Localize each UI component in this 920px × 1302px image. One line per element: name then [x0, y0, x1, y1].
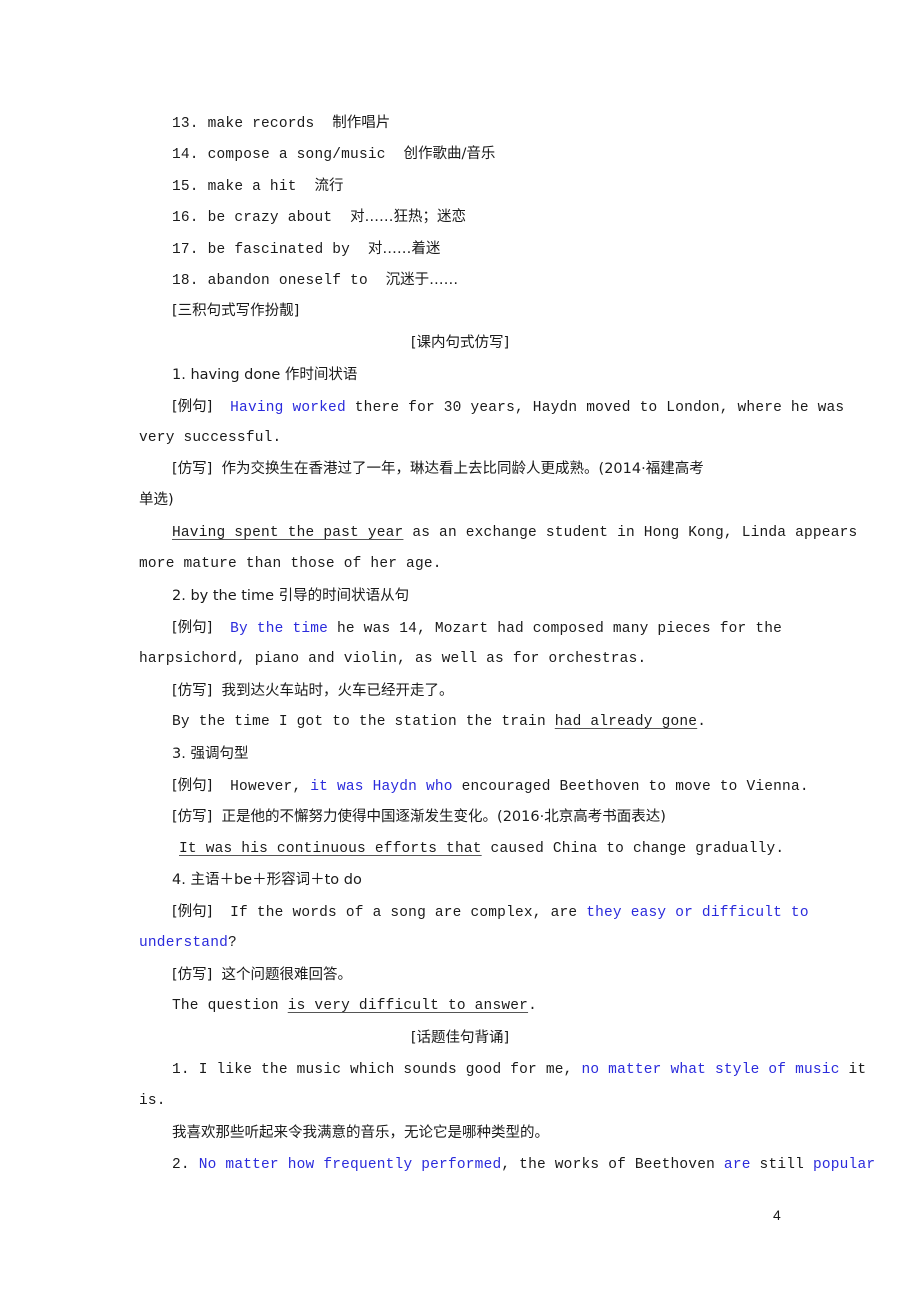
- answer-punct: .: [697, 714, 707, 730]
- vocab-english: be fascinated by: [207, 242, 351, 258]
- topic-text: it: [839, 1062, 867, 1078]
- answer-underline: is very difficult to answer: [287, 998, 529, 1014]
- topic-text: 1. I like the music which sounds good fo…: [172, 1062, 582, 1078]
- vocab-number: 16.: [172, 210, 199, 226]
- vocab-item: 16. be crazy about 对……狂热；迷恋: [172, 207, 466, 228]
- imitation-tag: [仿写]: [172, 683, 213, 699]
- example-sentence-cont: understand?: [139, 933, 237, 953]
- highlight-text: No matter how frequently performed: [198, 1157, 502, 1173]
- topic-sentence: 2. No matter how frequently performed, t…: [172, 1155, 875, 1175]
- vocab-item: 15. make a hit 流行: [172, 176, 343, 197]
- vocab-chinese: 沉迷于……: [385, 272, 459, 288]
- topic-sentence: 1. I like the music which sounds good fo…: [172, 1060, 866, 1080]
- imitation-tag: [仿写]: [172, 809, 213, 825]
- example-tag: [例句]: [172, 620, 213, 636]
- topic-number: 2.: [172, 1157, 199, 1173]
- answer-underline: had already gone: [554, 714, 698, 730]
- pattern-title: 4. 主语＋be＋形容词＋to do: [172, 872, 362, 888]
- example-sentence: [例句] By the time he was 14, Mozart had c…: [172, 618, 782, 639]
- answer-text: caused China to change gradually.: [481, 841, 785, 857]
- vocab-chinese: 对……狂热；迷恋: [350, 209, 467, 225]
- imitation-prompt-cont: 单选): [139, 492, 174, 508]
- imitation-prompt: [仿写] 这个问题很难回答。: [172, 965, 352, 985]
- imitation-chinese: 我到达火车站时，火车已经开走了。: [221, 683, 454, 699]
- answer-text: By the time I got to the station the tra…: [172, 714, 555, 730]
- imitation-chinese: 这个问题很难回答。: [221, 967, 353, 983]
- imitation-answer: The question is very difficult to answer…: [172, 996, 537, 1016]
- highlight-text: they easy or difficult to: [586, 905, 809, 921]
- vocab-number: 15.: [172, 179, 199, 195]
- example-tag: [例句]: [172, 399, 213, 415]
- imitation-tag: [仿写]: [172, 461, 213, 477]
- imitation-answer-cont: more mature than those of her age.: [139, 556, 442, 572]
- highlight-text: understand: [139, 935, 229, 951]
- example-punct: ?: [228, 935, 237, 951]
- highlight-text: it was Haydn who: [310, 779, 453, 795]
- imitation-answer: Having spent the past year as an exchang…: [172, 523, 857, 543]
- example-sentence-cont: harpsichord, piano and violin, as well a…: [139, 651, 647, 667]
- highlight-text: Having worked: [230, 400, 346, 416]
- vocab-number: 17.: [172, 242, 199, 258]
- highlight-text: no matter what style of music: [581, 1062, 840, 1078]
- answer-underline: It was his continuous efforts that: [179, 841, 482, 857]
- section-title: [三积句式写作扮靓]: [172, 303, 300, 319]
- topic-sentence-cont: is.: [139, 1093, 166, 1109]
- example-text: encouraged Beethoven to move to Vienna.: [452, 779, 809, 795]
- highlight-text: are: [723, 1157, 751, 1173]
- vocab-chinese: 制作唱片: [332, 115, 391, 131]
- vocab-chinese: 创作歌曲/音乐: [403, 146, 496, 162]
- subsection-title: [话题佳句背诵]: [410, 1030, 510, 1046]
- vocab-number: 18.: [172, 273, 199, 289]
- pattern-title: 2. by the time 引导的时间状语从句: [172, 588, 410, 604]
- vocab-chinese: 流行: [314, 178, 344, 194]
- imitation-prompt: [仿写] 正是他的不懈努力使得中国逐渐发生变化。(2016·北京高考书面表达): [172, 807, 666, 827]
- imitation-answer: By the time I got to the station the tra…: [172, 712, 706, 732]
- topic-text: , the works of Beethoven: [501, 1157, 724, 1173]
- vocab-item: 13. make records 制作唱片: [172, 113, 390, 134]
- vocab-item: 17. be fascinated by 对……着迷: [172, 239, 440, 260]
- answer-text: The question: [172, 998, 288, 1014]
- example-text: there for 30 years, Haydn moved to Londo…: [345, 400, 845, 416]
- example-text: However,: [230, 779, 311, 795]
- highlight-text: By the time: [230, 621, 329, 637]
- example-text: If the words of a song are complex, are: [230, 905, 587, 921]
- document-page: 13. make records 制作唱片 14. compose a song…: [0, 0, 920, 1302]
- vocab-english: abandon oneself to: [207, 273, 368, 289]
- example-sentence-cont: very successful.: [139, 430, 282, 446]
- pattern-title: 1. having done 作时间状语: [172, 367, 358, 383]
- answer-underline: Having spent the past year: [172, 525, 404, 541]
- vocab-english: make records: [207, 116, 315, 132]
- vocab-english: compose a song/music: [207, 147, 386, 163]
- vocab-english: make a hit: [207, 179, 297, 195]
- vocab-number: 13.: [172, 116, 199, 132]
- page-number: 4: [773, 1207, 781, 1223]
- vocab-item: 14. compose a song/music 创作歌曲/音乐: [172, 144, 495, 165]
- imitation-prompt: [仿写] 我到达火车站时，火车已经开走了。: [172, 681, 454, 701]
- example-sentence: [例句] Having worked there for 30 years, H…: [172, 397, 844, 418]
- example-sentence: [例句] If the words of a song are complex,…: [172, 902, 809, 923]
- vocab-number: 14.: [172, 147, 199, 163]
- vocab-english: be crazy about: [207, 210, 333, 226]
- example-sentence: [例句] However, it was Haydn who encourage…: [172, 776, 809, 797]
- imitation-chinese: 正是他的不懈努力使得中国逐渐发生变化。(2016·北京高考书面表达): [221, 809, 666, 825]
- topic-translation: 我喜欢那些听起来令我满意的音乐，无论它是哪种类型的。: [172, 1125, 549, 1141]
- imitation-answer: It was his continuous efforts that cause…: [179, 839, 784, 859]
- highlight-text: popular: [812, 1157, 876, 1173]
- example-tag: [例句]: [172, 904, 213, 920]
- subsection-title: [课内句式仿写]: [410, 335, 510, 351]
- vocab-chinese: 对……着迷: [367, 241, 441, 257]
- answer-punct: .: [528, 998, 537, 1014]
- imitation-prompt: [仿写] 作为交换生在香港过了一年，琳达看上去比同龄人更成熟。(2014·福建高…: [172, 459, 704, 479]
- answer-text: as an exchange student in Hong Kong, Lin…: [403, 525, 858, 541]
- example-tag: [例句]: [172, 778, 213, 794]
- topic-text: still: [750, 1157, 813, 1173]
- vocab-item: 18. abandon oneself to 沉迷于……: [172, 270, 458, 291]
- example-text: he was 14, Mozart had composed many piec…: [328, 621, 783, 637]
- imitation-tag: [仿写]: [172, 967, 213, 983]
- imitation-chinese: 作为交换生在香港过了一年，琳达看上去比同龄人更成熟。(2014·福建高考: [221, 461, 704, 477]
- pattern-title: 3. 强调句型: [172, 746, 249, 762]
